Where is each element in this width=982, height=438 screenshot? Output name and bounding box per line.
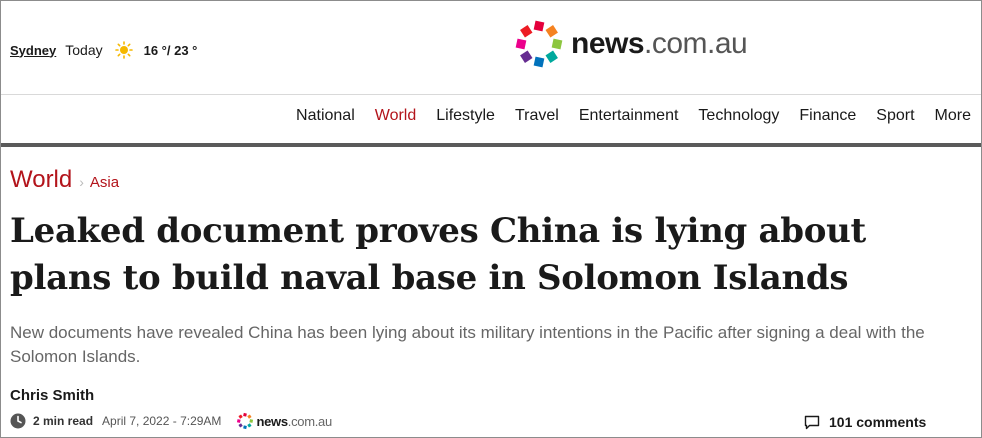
author-name[interactable]: Chris Smith xyxy=(10,387,94,404)
breadcrumb-section[interactable]: World xyxy=(10,166,72,194)
logo-dot xyxy=(243,412,248,417)
main-nav: National World Lifestyle Travel Entertai… xyxy=(296,107,971,125)
nav-item-national[interactable]: National xyxy=(296,107,355,125)
nav-item-lifestyle[interactable]: Lifestyle xyxy=(436,107,495,125)
comments-link[interactable]: 101 comments xyxy=(804,414,926,430)
logo-dot xyxy=(520,50,533,63)
nav-item-entertainment[interactable]: Entertainment xyxy=(579,107,679,125)
comment-icon xyxy=(804,415,820,430)
nav-divider xyxy=(1,94,981,95)
weather-widget: Sydney Today 16 °/ 23 ° xyxy=(10,41,197,59)
logo-dot xyxy=(520,25,533,38)
breadcrumb-chevron-icon: › xyxy=(79,174,84,190)
source-logo-dots-icon xyxy=(237,412,254,430)
source-wordmark: news.com.au xyxy=(256,413,332,429)
logo-dot xyxy=(515,38,527,50)
logo-wordmark: news.com.au xyxy=(571,27,748,60)
logo-dot xyxy=(545,25,558,38)
article-standfirst: New documents have revealed China has be… xyxy=(10,323,925,366)
logo-dot xyxy=(545,50,558,63)
logo-domain: .com.au xyxy=(644,27,748,60)
breadcrumb-subsection[interactable]: Asia xyxy=(90,174,119,191)
sun-icon xyxy=(114,41,133,59)
weather-city-link[interactable]: Sydney xyxy=(10,43,56,58)
breadcrumb: World › Asia xyxy=(10,166,119,194)
weather-day: Today xyxy=(65,42,103,58)
logo-dot xyxy=(247,414,252,419)
nav-item-world[interactable]: World xyxy=(375,107,417,125)
nav-item-finance[interactable]: Finance xyxy=(799,107,856,125)
logo-dot xyxy=(249,419,254,423)
nav-underline xyxy=(1,143,981,147)
comments-count: 101 comments xyxy=(829,414,927,430)
article-meta: 2 min read April 7, 2022 - 7:29AM news.c… xyxy=(10,412,332,430)
site-logo[interactable]: news.com.au xyxy=(513,18,748,70)
logo-dot xyxy=(551,38,563,50)
logo-dot xyxy=(237,419,242,423)
logo-dot xyxy=(533,20,545,32)
logo-dot xyxy=(238,423,244,428)
weather-temperature: 16 °/ 23 ° xyxy=(143,42,198,58)
logo-dot xyxy=(238,414,244,419)
logo-dot xyxy=(533,56,545,68)
nav-item-more[interactable]: More xyxy=(935,107,971,125)
site-header: Sydney Today 16 °/ 23 ° news.com.au xyxy=(0,0,982,95)
source-logo: news.com.au xyxy=(236,412,332,430)
source-name: news xyxy=(256,413,288,429)
nav-item-technology[interactable]: Technology xyxy=(698,107,779,125)
nav-item-sport[interactable]: Sport xyxy=(876,107,914,125)
logo-dots-icon xyxy=(515,20,563,68)
publish-date: April 7, 2022 - 7:29AM xyxy=(102,414,222,428)
source-domain: .com.au xyxy=(287,413,332,429)
clock-icon xyxy=(10,413,26,429)
article-headline: Leaked document proves China is lying ab… xyxy=(10,211,866,298)
read-time: 2 min read xyxy=(33,414,94,428)
logo-dot xyxy=(243,425,248,430)
logo-name: news xyxy=(571,27,645,60)
logo-dot xyxy=(247,423,252,428)
nav-item-travel[interactable]: Travel xyxy=(515,107,559,125)
